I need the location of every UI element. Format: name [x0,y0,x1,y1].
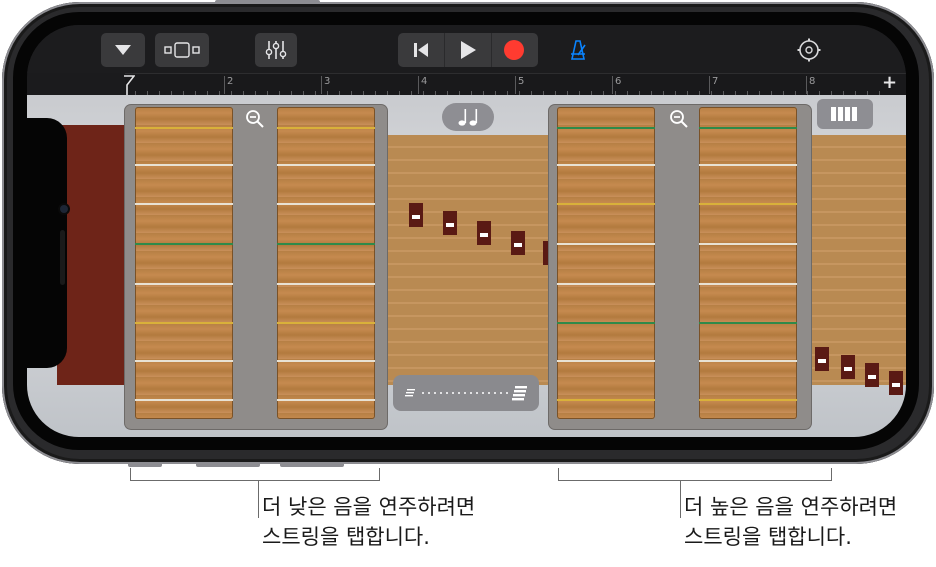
chord-toggle-button[interactable] [442,103,494,131]
low-caption-line-2: 스트링을 탭합니다. [262,525,430,549]
volume-down-button [280,462,344,467]
app-screen: 2 3 4 5 6 7 8 + [27,25,906,437]
low-callout-line [258,480,259,518]
guzheng-instrument [27,95,906,437]
volume-up-button [196,462,260,467]
playhead-icon[interactable] [123,75,135,95]
timeline-ruler[interactable]: 2 3 4 5 6 7 8 + [123,72,906,96]
browser-button[interactable] [101,33,145,67]
record-button[interactable] [490,33,538,67]
low-string-strip-2[interactable] [277,107,375,419]
low-caption-line-1: 더 낮은 음을 연주하려면 [262,495,476,519]
zoom-out-icon[interactable] [245,109,265,129]
low-strings-panel [125,105,387,429]
tracks-view-button[interactable] [155,33,209,67]
high-caption-line-1: 더 높은 음을 연주하려면 [684,495,898,519]
play-button[interactable] [444,33,492,67]
notes-icon [458,109,478,126]
top-button [215,0,320,4]
glissando-slider[interactable] [393,375,539,411]
high-strings-panel [549,105,811,429]
transport-group [398,33,538,67]
high-callout-line [680,480,681,518]
high-strings-caption: 더 높은 음을 연주하려면 스트링을 탭합니다. [684,492,897,552]
string-bridges-right [815,347,903,395]
add-section-button[interactable]: + [882,72,897,93]
glissando-slider-icon [405,386,527,401]
keyboard-toggle-button[interactable] [817,99,873,129]
settings-gear-icon [797,38,821,62]
keyboard-icon [831,107,857,121]
play-icon [461,41,476,59]
string-bridges [409,203,557,265]
bar-number: 5 [518,76,525,87]
front-camera-icon [60,205,68,213]
high-strings-bracket [558,468,832,481]
mixer-button[interactable] [255,33,297,67]
go-to-beginning-button[interactable] [398,33,444,67]
earpiece-speaker [60,230,65,285]
triangle-down-icon [115,45,131,55]
zither-headstock [57,125,127,385]
bar-number: 4 [421,76,428,87]
mixer-sliders-icon [265,41,287,59]
metronome-button[interactable] [563,36,593,64]
low-strings-caption: 더 낮은 음을 연주하려면 스트링을 탭합니다. [262,492,475,552]
tracks-view-icon [164,42,200,58]
mute-switch [128,462,162,467]
zoom-out-icon[interactable] [669,109,689,129]
settings-button[interactable] [795,36,823,64]
metronome-icon [571,40,586,60]
bar-number: 3 [324,76,331,87]
control-bar [27,25,906,73]
bar-number: 6 [615,76,622,87]
low-string-strip-1[interactable] [135,107,233,419]
bar-number: 2 [227,76,234,87]
high-caption-line-2: 스트링을 탭합니다. [684,525,852,549]
low-strings-bracket [130,468,380,481]
high-string-strip-2[interactable] [699,107,797,419]
bar-number: 7 [712,76,719,87]
bar-number: 8 [809,76,816,87]
go-to-beginning-icon [414,43,428,57]
high-string-strip-1[interactable] [557,107,655,419]
record-icon [504,40,524,60]
